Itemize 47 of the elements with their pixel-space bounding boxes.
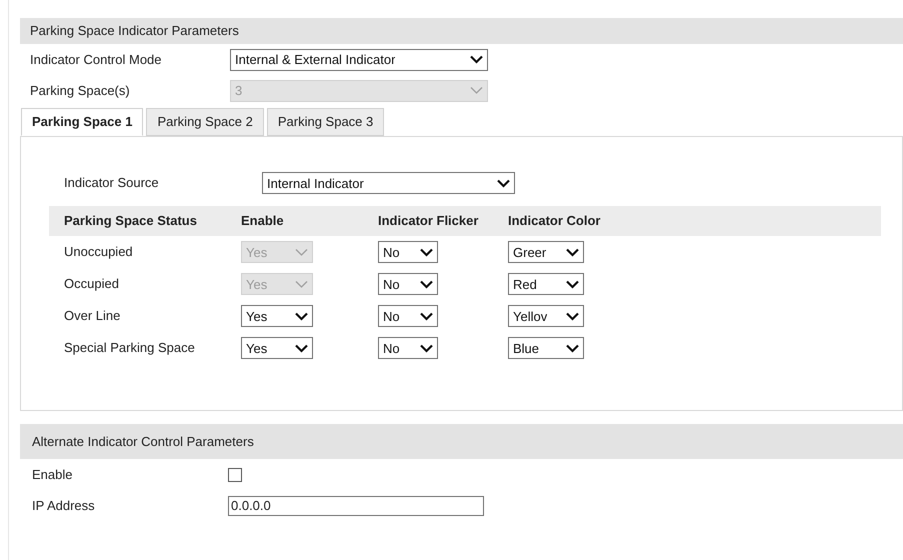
chevron-icon — [295, 280, 308, 288]
field-label: Indicator Source — [64, 174, 160, 192]
column-header: Enable — [241, 212, 285, 230]
column-header: Parking Space Status — [64, 212, 198, 230]
chevron-icon — [420, 344, 433, 352]
field-label: Indicator Control Mode — [30, 50, 163, 69]
chevron-icon — [566, 344, 579, 352]
column-header: Indicator Flicker — [378, 212, 480, 230]
chevron-icon — [295, 344, 308, 352]
dropdown[interactable]: No — [378, 337, 438, 359]
column-header: Indicator Color — [508, 212, 600, 230]
section-title: Parking Space Indicator Parameters — [30, 22, 239, 40]
table-cell-text: Unoccupied — [64, 243, 134, 262]
chevron-icon — [420, 312, 433, 320]
dropdown[interactable]: Red — [508, 273, 584, 295]
chevron-icon — [420, 248, 433, 256]
field-label: Enable — [32, 466, 74, 484]
ip-address-field[interactable]: 0.0.0.0 — [228, 496, 484, 516]
chevron-icon — [470, 86, 483, 95]
dropdown[interactable]: Yellov — [508, 305, 584, 327]
dropdown[interactable]: Yes — [241, 305, 313, 327]
dropdown[interactable]: No — [378, 305, 438, 327]
field-label: IP Address — [32, 496, 96, 515]
tab[interactable]: Parking Space 2 — [146, 108, 264, 136]
field-label: Parking Space(s) — [30, 82, 131, 100]
dropdown[interactable]: Internal & External Indicator — [230, 48, 488, 70]
tab[interactable]: Parking Space 3 — [266, 108, 384, 136]
section-title: Alternate Indicator Control Parameters — [32, 432, 254, 451]
chevron-icon — [566, 280, 579, 288]
table-cell-text: Occupied — [64, 275, 120, 294]
dropdown[interactable]: Blue — [508, 337, 584, 359]
dropdown[interactable]: Yes — [241, 337, 313, 359]
table-cell-text: Special Parking Space — [64, 339, 196, 358]
chevron-icon — [470, 55, 483, 64]
chevron-icon — [497, 178, 510, 188]
dropdown[interactable]: Internal Indicator — [262, 172, 515, 194]
chevron-icon — [566, 312, 579, 320]
chevron-icon — [295, 312, 308, 320]
dropdown[interactable]: No — [378, 241, 438, 263]
chevron-icon — [295, 248, 308, 256]
dropdown[interactable]: Greer — [508, 241, 584, 263]
table-cell-text: Over Line — [64, 307, 122, 326]
chevron-icon — [566, 248, 579, 256]
checkbox[interactable] — [228, 468, 242, 482]
dropdown[interactable]: No — [378, 273, 438, 295]
chevron-icon — [420, 280, 433, 288]
tab[interactable]: Parking Space 1 — [21, 108, 144, 136]
